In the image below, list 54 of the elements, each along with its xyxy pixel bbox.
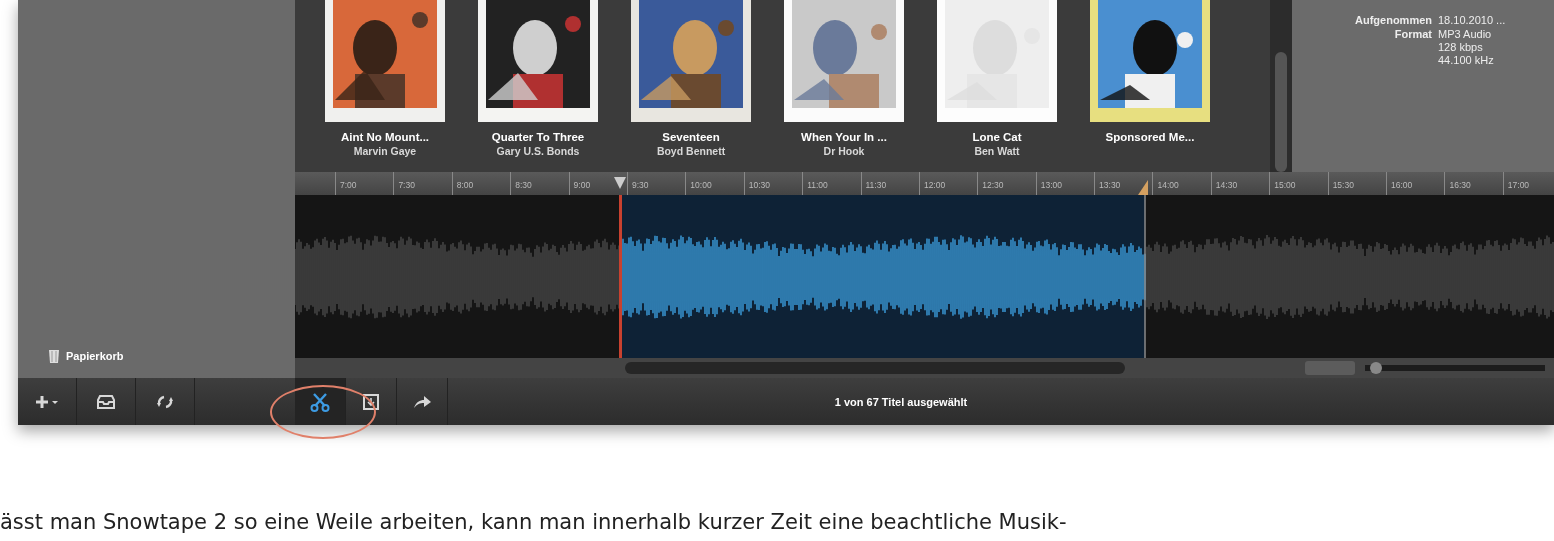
album-title: When Your In ... [801, 131, 887, 143]
timeline-ruler[interactable]: 7:00 7:30 8:00 8:30 9:00 9:30 10:00 10:30 11:00 11:30 12:00 12:30 13:00 13:30 14:00 14:30 15:00 15:30 16:00 16:30 17:00 [295, 172, 1554, 195]
info-value: 18.10.2010 ... [1438, 14, 1506, 26]
artist-name: Ben Watt [974, 145, 1020, 157]
vertical-scrollbar[interactable] [1270, 0, 1292, 172]
trash-can-icon [48, 348, 60, 364]
time-label: 13:00 [1040, 180, 1062, 190]
artist-name: Gary U.S. Bonds [496, 145, 580, 157]
scissors-icon[interactable] [310, 391, 330, 412]
slider-thumb[interactable] [1370, 362, 1383, 374]
scrollbar-thumb[interactable] [625, 362, 1125, 374]
time-label: 17:00 [1507, 180, 1530, 190]
time-label: 16:00 [1391, 180, 1413, 190]
artist-name: Dr Hook [823, 145, 865, 157]
time-label: 8:30 [515, 180, 532, 190]
time-label: 8:00 [456, 180, 474, 190]
zoom-slider[interactable] [1365, 362, 1545, 374]
time-label: 13:30 [1099, 180, 1121, 190]
status-text: 1 von 67 Titel ausgewählt [833, 395, 969, 408]
info-value: MP3 Audio [1438, 28, 1493, 40]
time-label: 14:00 [1157, 180, 1179, 190]
share-arrow-icon[interactable] [412, 393, 432, 410]
time-label: 16:30 [1449, 180, 1471, 190]
album-title: Seventeen [662, 131, 720, 143]
album-title: Lone Cat [972, 131, 1022, 143]
time-label: 12:30 [982, 180, 1004, 190]
time-label: 15:00 [1274, 180, 1296, 190]
export-icon[interactable] [362, 392, 380, 411]
artist-name: Boyd Bennett [656, 145, 726, 157]
tray-icon[interactable] [96, 393, 116, 410]
sync-icon[interactable] [156, 393, 174, 410]
time-label: 9:00 [573, 180, 591, 190]
info-value: 44.100 kHz [1438, 54, 1494, 66]
album-title: Sponsored Me... [1105, 131, 1195, 143]
info-value: 128 kbps [1438, 41, 1484, 53]
article-paragraph: ässt man Snowtape 2 so eine Weile arbeiten, kann man innerhalb kurzer Zeit eine beachtliche Musik- [0, 509, 1067, 536]
info-label: Format [1393, 28, 1432, 42]
time-label: 10:30 [748, 180, 770, 190]
time-label: 11:00 [807, 180, 828, 190]
time-label: 15:30 [1332, 180, 1354, 190]
time-label: 7:00 [340, 180, 357, 190]
time-label: 11:30 [865, 180, 887, 190]
info-label: Aufgenommen [1354, 14, 1432, 26]
add-menu-icon[interactable] [34, 393, 60, 410]
artist-name: Marvin Gaye [353, 145, 417, 157]
album-title: Quarter To Three [491, 131, 585, 143]
time-label: 10:00 [690, 180, 712, 190]
time-label: 7:30 [398, 180, 415, 190]
time-label: 9:30 [631, 180, 649, 190]
album-title: Aint No Mount... [340, 131, 430, 143]
time-label: 12:00 [923, 180, 946, 190]
sidebar-item[interactable]: Papierkorb [66, 350, 124, 362]
time-label: 14:30 [1215, 180, 1238, 190]
selection-start-handle[interactable] [614, 177, 626, 189]
